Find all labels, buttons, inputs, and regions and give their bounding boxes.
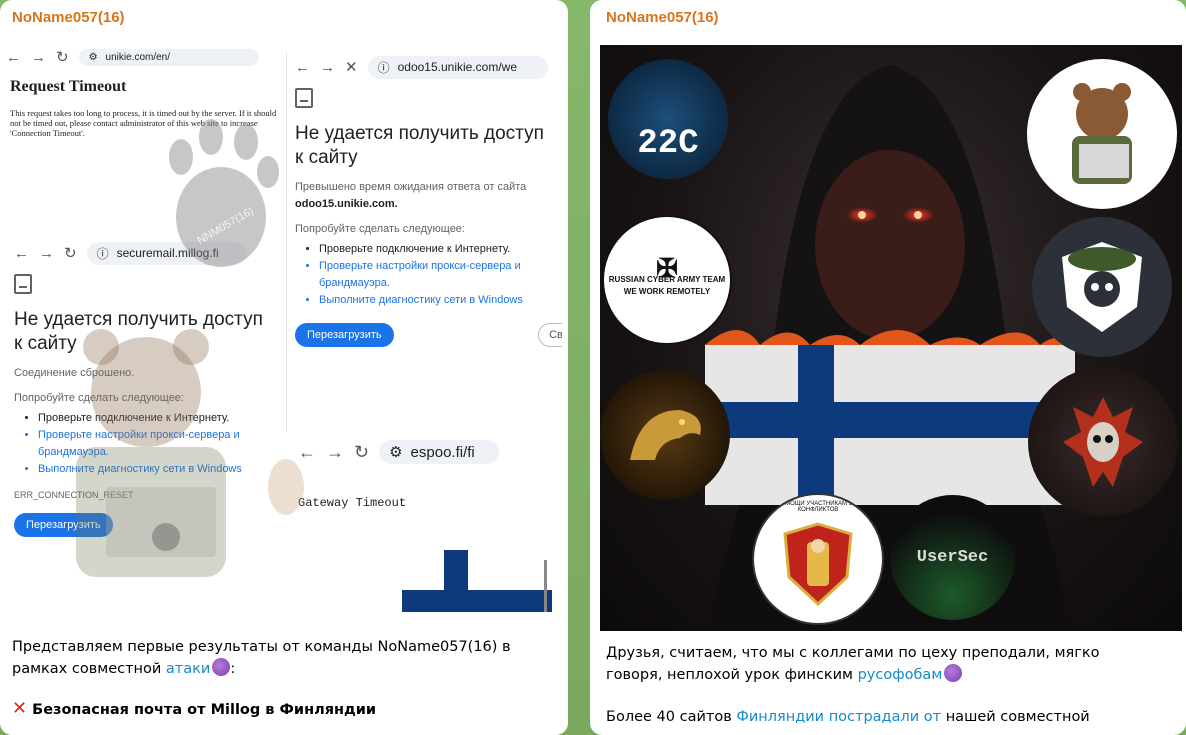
address-text: espoo.fi/fi bbox=[410, 443, 475, 461]
browser-toolbar: ← → ↻ ⚙ unikie.com/en/ bbox=[6, 42, 284, 72]
stop-icon: ✕ bbox=[345, 59, 358, 76]
caption-text: нашей совместной bbox=[945, 709, 1090, 725]
caption-text: Более 40 сайтов bbox=[606, 709, 732, 725]
back-icon: ← bbox=[14, 244, 29, 262]
tips-list: Проверьте подключение к Интернету. Прове… bbox=[295, 241, 562, 309]
demon-skull-icon bbox=[1063, 397, 1143, 487]
logo-bear bbox=[1027, 59, 1177, 209]
site-settings-icon: ⚙ bbox=[88, 51, 98, 63]
hacker-poster-image[interactable]: 22C ✠ RUSSIAN CYBER ARMY TEAM WE WORK RE… bbox=[600, 45, 1182, 631]
bear-mascot-image bbox=[76, 329, 304, 577]
caption-link[interactable]: атаки bbox=[166, 661, 210, 677]
logo-text: WE WORK REMOTELY bbox=[623, 287, 711, 296]
red-cross-icon: ✕ bbox=[12, 698, 28, 719]
skull-shield-icon bbox=[1062, 242, 1142, 332]
forward-icon: → bbox=[31, 48, 46, 66]
logo-text: RUSSIAN CYBER ARMY TEAM bbox=[608, 275, 726, 284]
logo-text: UserSec bbox=[916, 548, 989, 567]
message-author[interactable]: NoName057(16) bbox=[590, 0, 1186, 38]
message-author[interactable]: NoName057(16) bbox=[0, 0, 568, 38]
error-title: Request Timeout bbox=[10, 78, 127, 95]
forward-icon: → bbox=[39, 244, 54, 262]
devil-emoji-icon bbox=[944, 664, 963, 682]
message-caption: Представляем первые результаты от команд… bbox=[12, 636, 560, 721]
caption-line: говоря, неплохой урок финским русофобам bbox=[606, 664, 1182, 686]
logo-usersec: UserSec bbox=[890, 495, 1015, 620]
logo-text: 22C bbox=[637, 125, 699, 163]
error-heading: Не удается получить доступ к сайту bbox=[295, 123, 544, 168]
details-button: Св bbox=[538, 323, 562, 347]
logo-russian-cyber-army: ✠ RUSSIAN CYBER ARMY TEAM WE WORK REMOTE… bbox=[602, 215, 732, 345]
screenshot-odoo: ← → ✕ ⓘ odoo15.unikie.com/we Не удается … bbox=[286, 52, 562, 432]
forward-icon: → bbox=[320, 58, 335, 76]
screenshot-espoo: ← → ↻ ⚙ espoo.fi/fi Gateway Timeout bbox=[292, 432, 562, 612]
message-caption: Друзья, считаем, что мы с коллегами по ц… bbox=[606, 642, 1182, 728]
logo-22c: 22C bbox=[608, 59, 728, 179]
logo-skull-beret bbox=[1032, 217, 1172, 357]
browser-toolbar: ← → ↻ ⚙ espoo.fi/fi bbox=[298, 432, 562, 472]
caption-text: говоря, неплохой урок финским bbox=[606, 667, 853, 683]
address-bar: ⓘ odoo15.unikie.com/we bbox=[367, 55, 548, 79]
logo-demon-skull bbox=[1028, 367, 1178, 517]
caption-line: Более 40 сайтов Финляндии пострадали от … bbox=[606, 706, 1182, 728]
address-bar: ⚙ unikie.com/en/ bbox=[78, 48, 259, 66]
finland-flag-icon bbox=[402, 550, 552, 612]
eagle-icon: ✠ bbox=[656, 253, 678, 283]
logo-text: ФОНД ПОМОЩИ УЧАСТНИКАМ ВОЕННЫХ КОНФЛИКТО… bbox=[756, 501, 880, 513]
info-icon: ⓘ bbox=[377, 60, 390, 75]
error-host: odoo15.unikie.com. bbox=[295, 198, 398, 210]
site-settings-icon: ⚙ bbox=[389, 444, 403, 461]
tip-item: Выполните диагностику сети в Windows bbox=[319, 292, 562, 309]
tip-item: Проверьте подключение к Интернету. bbox=[319, 241, 562, 258]
shield-saint-icon bbox=[783, 522, 853, 606]
caption-line: Представляем первые результаты от команд… bbox=[12, 639, 511, 655]
chat-background: NoName057(16) ← → ↻ ⚙ unikie.com/en/ Req… bbox=[0, 0, 1186, 735]
dragon-icon bbox=[630, 410, 701, 460]
reload-icon: ↻ bbox=[56, 49, 69, 66]
sad-page-icon bbox=[295, 88, 313, 108]
back-icon: ← bbox=[6, 48, 21, 66]
reload-icon: ↻ bbox=[64, 245, 77, 262]
caption-text: рамках совместной bbox=[12, 661, 162, 677]
screenshot-collage[interactable]: ← → ↻ ⚙ unikie.com/en/ Request Timeout T… bbox=[6, 42, 562, 612]
try-label: Попробуйте сделать следующее: bbox=[295, 223, 465, 235]
target-text: Безопасная почта от Millog в Финляндии bbox=[32, 702, 377, 718]
bear-paw-logo bbox=[169, 119, 279, 267]
sad-page-icon bbox=[14, 274, 32, 294]
address-bar: ⚙ espoo.fi/fi bbox=[379, 440, 500, 464]
info-icon: ⓘ bbox=[96, 246, 109, 261]
address-text: unikie.com/en/ bbox=[105, 51, 171, 63]
reload-icon: ↻ bbox=[354, 441, 370, 462]
bear-laptop-icon bbox=[1072, 83, 1132, 184]
logo-dragon bbox=[600, 370, 730, 500]
error-message: Превышено время ожидания ответа от сайта bbox=[295, 181, 527, 193]
caption-link[interactable]: русофобам bbox=[858, 667, 943, 683]
caption-link[interactable]: Финляндии пострадали от bbox=[736, 709, 941, 725]
devil-emoji-icon bbox=[212, 658, 231, 676]
message-bubble-left[interactable]: NoName057(16) ← → ↻ ⚙ unikie.com/en/ Req… bbox=[0, 0, 568, 735]
tip-item: Проверьте настройки прокси-сервера и бра… bbox=[319, 258, 562, 292]
gateway-message: Gateway Timeout bbox=[298, 496, 407, 510]
logo-fund: ФОНД ПОМОЩИ УЧАСТНИКАМ ВОЕННЫХ КОНФЛИКТО… bbox=[752, 493, 884, 625]
caption-line: Друзья, считаем, что мы с коллегами по ц… bbox=[606, 645, 1100, 661]
browser-toolbar: ← → ✕ ⓘ odoo15.unikie.com/we bbox=[295, 52, 562, 82]
forward-icon: → bbox=[326, 441, 344, 462]
caption-line: ✕ Безопасная почта от Millog в Финляндии bbox=[12, 698, 560, 721]
caption-text: : bbox=[230, 661, 236, 677]
back-icon: ← bbox=[295, 58, 310, 76]
address-text: odoo15.unikie.com/we bbox=[397, 60, 518, 74]
caption-line: рамках совместной атаки: bbox=[12, 658, 560, 680]
